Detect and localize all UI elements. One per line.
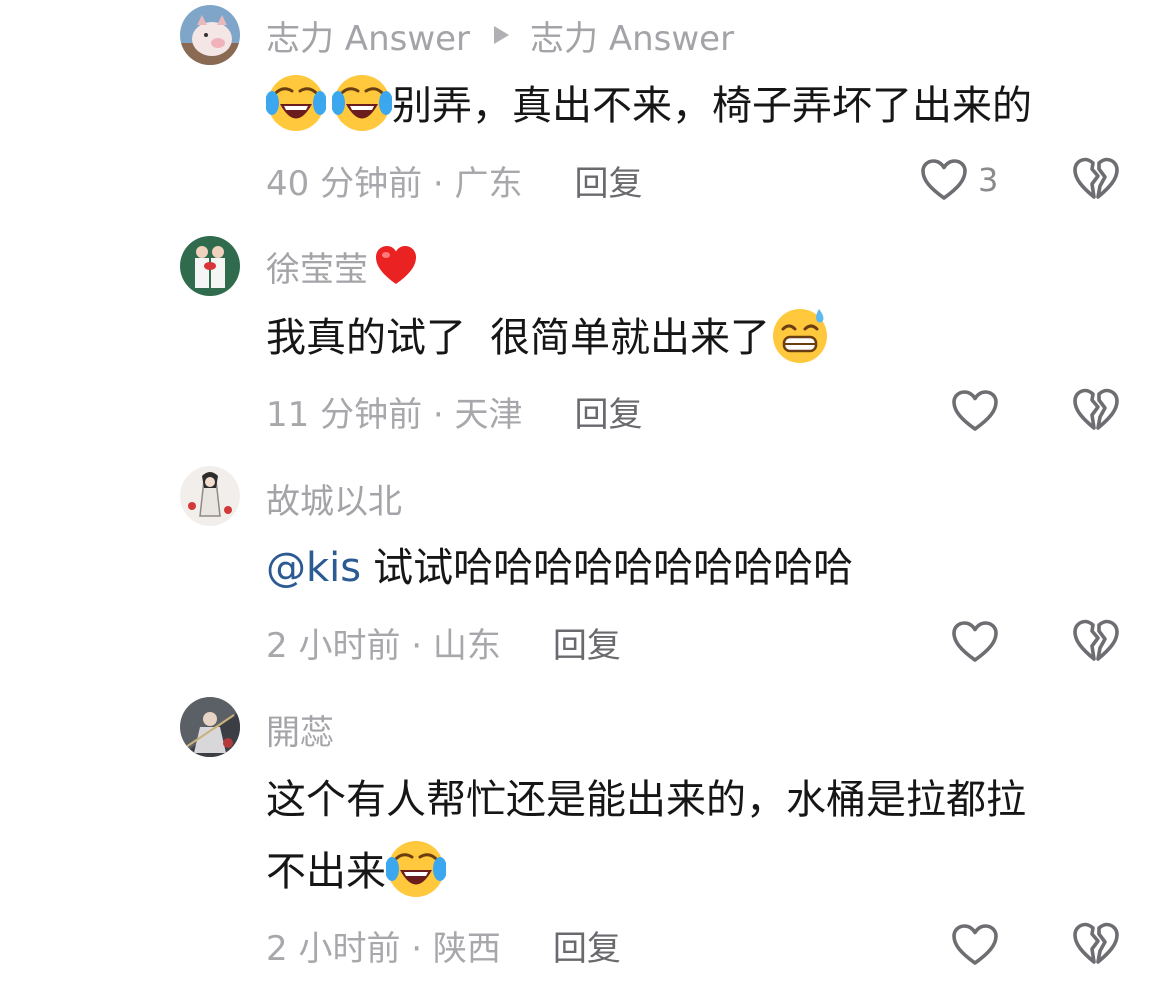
comment-text-content: 试试哈哈哈哈哈哈哈哈哈哈 — [373, 545, 854, 591]
reply-button[interactable]: 回复 — [553, 618, 621, 667]
reply-button[interactable]: 回复 — [575, 156, 643, 205]
ink-figure-avatar[interactable] — [180, 466, 240, 526]
broken-heart-icon — [1072, 618, 1120, 664]
heart-icon — [951, 923, 999, 967]
comment-text: 我真的试了 很简单就出来了 — [266, 302, 1116, 374]
comment-meta: 2 小时前 · 陕西 回复 — [266, 920, 621, 970]
like-button[interactable] — [951, 386, 999, 436]
comment-text: 这个有人帮忙还是能出来的，水桶是拉都拉 不出来 — [266, 764, 1116, 908]
laugh-cry-emoji — [386, 839, 446, 899]
username[interactable]: 志力 Answer — [266, 11, 470, 60]
mention-link[interactable]: @kis — [266, 545, 361, 591]
dislike-button[interactable] — [1072, 387, 1120, 435]
pig-avatar[interactable] — [180, 5, 240, 65]
comment-text-line-wrap: 不出来 — [266, 836, 1116, 908]
couple-photo-avatar[interactable] — [180, 236, 240, 296]
comment-text-part-a: 我真的试了 — [266, 315, 466, 361]
broken-heart-icon — [1072, 156, 1120, 202]
comment-header: 志力 Answer 志力 Answer — [266, 10, 734, 60]
time-location: 40 分钟前 · 广东 — [266, 163, 523, 204]
comment-meta: 40 分钟前 · 广东 回复 — [266, 155, 643, 205]
comment-header: 開蕊 — [266, 704, 334, 754]
broken-heart-icon — [1072, 921, 1120, 967]
heart-icon — [951, 389, 999, 433]
time-location: 2 小时前 · 山东 — [266, 625, 501, 666]
broken-heart-icon — [1072, 387, 1120, 433]
like-button[interactable] — [951, 920, 999, 970]
username[interactable]: 徐莹莹 — [266, 242, 368, 291]
dislike-button[interactable] — [1072, 921, 1120, 969]
reply-to-username[interactable]: 志力 Answer — [530, 11, 734, 60]
grin-sweat-emoji — [770, 305, 830, 365]
comment-meta: 11 分钟前 · 天津 回复 — [266, 386, 643, 436]
comment-text-part-b: 很简单就出来了 — [490, 315, 770, 361]
comment-text-content: 别弄，真出不来，椅子弄坏了出来的 — [392, 83, 1032, 129]
like-count: 3 — [978, 161, 999, 199]
reply-button[interactable]: 回复 — [553, 921, 621, 970]
comment-header: 故城以北 — [266, 473, 402, 523]
time-location: 11 分钟前 · 天津 — [266, 394, 523, 435]
laugh-cry-emoji — [266, 73, 326, 133]
warrior-art-avatar[interactable] — [180, 697, 240, 757]
like-button[interactable] — [951, 617, 999, 667]
comment-text-line: 不出来 — [266, 849, 386, 895]
heart-icon — [920, 158, 968, 202]
comment-text: @kis 试试哈哈哈哈哈哈哈哈哈哈 — [266, 532, 1116, 604]
username[interactable]: 開蕊 — [266, 705, 334, 754]
comment-text: 别弄，真出不来，椅子弄坏了出来的 — [266, 70, 1116, 142]
laugh-cry-emoji — [332, 73, 392, 133]
red-heart-emoji — [374, 244, 418, 288]
reply-arrow-icon — [490, 24, 512, 46]
dislike-button[interactable] — [1072, 618, 1120, 666]
time-location: 2 小时前 · 陕西 — [266, 928, 501, 969]
username[interactable]: 故城以北 — [266, 474, 402, 523]
comment-text-line: 这个有人帮忙还是能出来的，水桶是拉都拉 — [266, 777, 1026, 823]
comment-header: 徐莹莹 — [266, 241, 418, 291]
like-button[interactable]: 3 — [920, 155, 998, 205]
reply-button[interactable]: 回复 — [575, 387, 643, 436]
heart-icon — [951, 620, 999, 664]
comment-meta: 2 小时前 · 山东 回复 — [266, 617, 621, 667]
dislike-button[interactable] — [1072, 156, 1120, 204]
